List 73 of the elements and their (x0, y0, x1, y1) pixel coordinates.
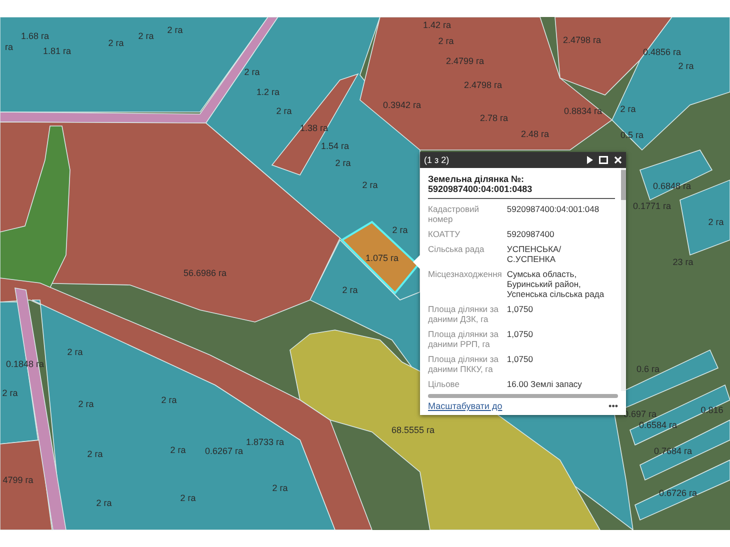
area-label: 0.3942 га (382, 100, 422, 110)
field-label: КОАТТУ (428, 229, 462, 239)
field-value: 16.00 Землі запасу (506, 379, 583, 389)
area-label: 56.6986 га (183, 268, 227, 278)
pager-text: (1 з 2) (424, 155, 450, 165)
area-label: 2 га (167, 25, 183, 35)
area-label: 2 га (244, 67, 260, 77)
area-label: 1.42 га (422, 20, 452, 30)
area-label: 1.68 га (20, 31, 50, 41)
field-label: Площа ділянки за даними РРП, га (428, 329, 500, 349)
field-label: Цільове (428, 379, 460, 389)
area-label: 2 га (438, 36, 454, 46)
area-label: 2 га (138, 31, 154, 41)
area-label: 2 га (87, 449, 103, 459)
area-label: 1.54 га (320, 141, 350, 151)
field-value: 1,0750 (506, 329, 534, 341)
field-value: 1,0750 (506, 354, 534, 366)
area-label: 2 га (180, 493, 196, 503)
area-label: 1.2 га (256, 87, 280, 97)
field-label: Місцезнаходження (428, 269, 502, 281)
close-icon[interactable] (614, 156, 622, 164)
area-label: 2 га (170, 445, 186, 455)
more-menu[interactable]: ••• (608, 401, 618, 411)
field-value: Сумська область, Буринський район, Успенська сільська рада (506, 269, 606, 299)
area-label: 2 га (2, 388, 18, 398)
field-label: Площа ділянки за даними ДЗК, га (428, 304, 500, 324)
area-label: 2 га (342, 285, 358, 295)
area-label: 2 га (161, 395, 177, 405)
area-label: 2 га (272, 483, 288, 493)
area-label: 2.48 га (520, 129, 550, 139)
area-label: 2 га (78, 399, 94, 409)
horizontal-scrollbar[interactable] (428, 394, 618, 398)
area-label: 2 га (392, 225, 408, 235)
area-label: 2 га (96, 498, 112, 508)
area-label: 2 га (67, 347, 83, 357)
area-label: 0.6 га (636, 364, 660, 374)
field-value: 1,0750 (506, 304, 534, 316)
area-label: 0.5 га (620, 130, 644, 140)
next-icon[interactable] (586, 156, 593, 164)
field-label: Сільська рада (428, 244, 486, 256)
parcel-title: Земельна ділянка №: 5920987400:04:001:0483 (428, 174, 615, 199)
field-label: Кадастровий номер (428, 204, 480, 224)
area-label: 4799 га (2, 475, 34, 485)
area-label: 23 га (672, 257, 694, 267)
area-label: 2.78 га (480, 113, 508, 123)
area-label: 0.6848 га (652, 181, 692, 191)
area-label: 0.6726 га (658, 488, 698, 498)
area-label: 2 га (335, 158, 351, 168)
area-label: 2 га (708, 217, 724, 227)
field-value: 5920987400:04:001:048 (506, 204, 600, 216)
field-label: Площа ділянки за даними ПККУ, га (428, 354, 500, 374)
area-label: 0.8834 га (564, 106, 602, 116)
area-label: 2 га (276, 106, 292, 116)
maximize-icon[interactable] (599, 156, 608, 164)
zoom-to-link[interactable]: Масштабувати до (428, 401, 502, 411)
area-label: 2 га (620, 104, 636, 114)
field-value: 5920987400 (506, 229, 556, 239)
area-label: 2.4798 га (562, 35, 602, 45)
area-label: га (4, 42, 14, 52)
area-label: 0.1771 га (632, 201, 672, 211)
area-label: 2 га (678, 61, 694, 71)
area-label: 2.4799 га (446, 56, 484, 66)
area-label: 0.6267 га (204, 446, 244, 456)
area-label: 0.7684 га (654, 446, 692, 456)
area-label: 68.5555 га (391, 425, 435, 435)
area-label: 1.8733 га (246, 437, 284, 447)
area-label: 2 га (108, 38, 124, 48)
area-label: 2 га (362, 180, 378, 190)
area-label: 1.075 га (365, 253, 399, 263)
area-label: 1.81 га (42, 46, 72, 56)
field-value: УСПЕНСЬКА/ С.УСПЕНКА (506, 244, 562, 264)
scrollbar[interactable] (621, 168, 626, 391)
area-label: 2.4798 га (464, 80, 502, 90)
